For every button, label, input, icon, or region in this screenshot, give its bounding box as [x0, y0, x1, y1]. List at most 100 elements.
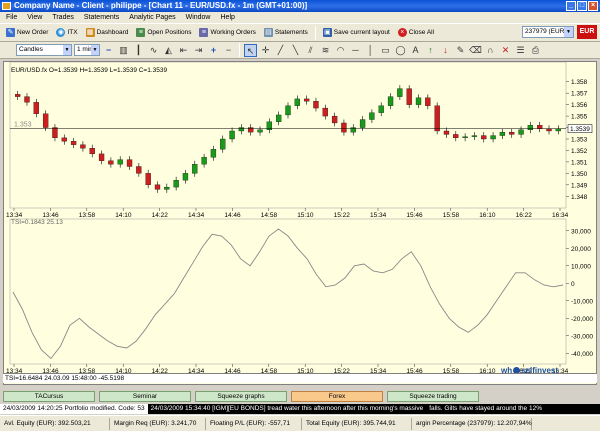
candle-body [15, 94, 21, 97]
zoom-out-icon[interactable]: − [102, 44, 115, 57]
new-order-button[interactable]: ✎ New Order [3, 25, 51, 40]
main-toolbar: ✎ New Order ◉ ITX ▦ Dashboard ≡ Open Positio… [0, 23, 600, 42]
arc-icon[interactable]: ◠ [334, 44, 347, 57]
account-status-bar: Avl. Equity (EUR): 392.503,21 Margin Req… [0, 415, 600, 431]
trendline-icon[interactable]: ╱ [274, 44, 287, 57]
ticker-item[interactable]: 24/03/2009 14:20:25 Portfolio modified. … [0, 404, 148, 414]
candle-body [313, 101, 319, 109]
y-tick-label: -10,000 [571, 298, 593, 305]
candle-body [285, 105, 291, 116]
y-tick-label: 1.355 [571, 114, 588, 121]
y-tick-label: 1.351 [571, 159, 588, 166]
scroll-left-icon[interactable]: ⇤ [177, 44, 190, 57]
close-window-button[interactable]: × [588, 1, 598, 11]
candle-body [108, 160, 114, 165]
statements-button[interactable]: ▤ Statements [261, 25, 311, 40]
print-icon[interactable]: ⎙ [529, 44, 542, 57]
candle-body [546, 128, 552, 132]
x-tick-label: 16:22 [516, 212, 533, 219]
candle-body [126, 159, 133, 167]
chart-canvas[interactable]: 1.3481.3491.3501.3511.3521.3531.3541.355… [4, 62, 596, 384]
save-layout-button[interactable]: ▣ Save current layout [320, 25, 393, 40]
candle-icon[interactable]: ┃ [132, 44, 145, 57]
bar-chart-icon[interactable]: ▥ [117, 44, 130, 57]
menu-statements[interactable]: Statements [84, 12, 119, 23]
floating-pl: Floating P/L (EUR): -557,71 [206, 417, 302, 430]
fibonacci-icon[interactable]: ≋ [319, 44, 332, 57]
interval-select[interactable]: 1 min ▼ [74, 44, 100, 56]
delete-icon[interactable]: ✕ [499, 44, 512, 57]
candle-body [509, 131, 515, 135]
globe-icon: ◉ [56, 28, 66, 37]
zoom-in-icon[interactable]: + [207, 44, 220, 57]
ray-icon[interactable]: ╲ [289, 44, 302, 57]
tsi-plot-frame [9, 218, 567, 365]
y-tick-label: -20,000 [571, 316, 593, 323]
channel-icon[interactable]: ⫽ [304, 44, 317, 57]
cursor-icon[interactable]: ↖ [244, 43, 257, 57]
area-chart-icon[interactable]: ◭ [162, 44, 175, 57]
candle-body [145, 173, 151, 185]
menu-help[interactable]: Help [221, 12, 235, 23]
orders-icon: ≡ [199, 28, 209, 37]
chart-type-select[interactable]: Candles ▼ [16, 44, 72, 56]
pencil-icon[interactable]: ✎ [454, 44, 467, 57]
candle-body [229, 130, 235, 140]
itx-button[interactable]: ◉ ITX [53, 25, 80, 40]
candle-body [80, 144, 86, 149]
arrow-up-icon[interactable]: ↑ [424, 44, 437, 57]
x-tick-label: 14:34 [188, 212, 205, 219]
scroll-right-icon[interactable]: ⇥ [192, 44, 205, 57]
maximize-button[interactable]: □ [577, 1, 587, 11]
candle-body [499, 131, 506, 136]
price-plot-frame [9, 62, 567, 209]
menu-file[interactable]: File [6, 12, 17, 23]
ticker-item[interactable]: falls. Gilts have stayed around the 12% [426, 404, 545, 414]
chevron-down-icon: ▼ [91, 45, 99, 55]
candle-body [136, 166, 142, 174]
tab-squeeze-trading[interactable]: Squeeze trading [387, 391, 479, 402]
candle-body [481, 135, 487, 140]
minimize-button[interactable]: _ [566, 1, 576, 11]
ellipse-icon[interactable]: ◯ [394, 44, 407, 57]
vline-icon[interactable]: │ [364, 44, 377, 57]
menu-trades[interactable]: Trades [52, 12, 74, 23]
crosshair-icon[interactable]: ✛ [259, 44, 272, 57]
candle-body [518, 129, 524, 135]
close-all-button[interactable]: × Close All [395, 25, 437, 40]
chart-window[interactable]: 1.3481.3491.3501.3511.3521.3531.3541.355… [3, 61, 597, 385]
text-icon[interactable]: A [409, 44, 422, 57]
chart-toolbar: Candles ▼ 1 min ▼ − ▥ ┃ ∿ ◭ ⇤ ⇥ + − ↖ ✛ ╱ … [0, 42, 600, 59]
eraser-icon[interactable]: ⌫ [469, 44, 482, 57]
tab-squeeze-graphs[interactable]: Squeeze graphs [195, 391, 287, 402]
price-line-label: 1.353 [14, 122, 32, 129]
rectangle-icon[interactable]: ▭ [379, 44, 392, 57]
open-positions-button[interactable]: ≡ Open Positions [133, 25, 194, 40]
tab-seminar[interactable]: Seminar [99, 391, 191, 402]
tab-tacursus[interactable]: TACursus [3, 391, 95, 402]
candle-body [434, 105, 440, 132]
properties-icon[interactable]: ☰ [514, 44, 527, 57]
candle-body [331, 115, 338, 124]
candle-body [70, 141, 77, 145]
menu-view[interactable]: View [27, 12, 42, 23]
account-select[interactable]: 237979 (EUR) ▼ [522, 26, 574, 38]
arrow-down-icon[interactable]: ↓ [439, 44, 452, 57]
line-chart-icon[interactable]: ∿ [147, 44, 160, 57]
y-tick-label: 1.357 [571, 91, 588, 98]
candle-body [24, 96, 30, 103]
hline-icon[interactable]: ─ [349, 44, 362, 57]
tab-forex[interactable]: Forex [291, 391, 383, 402]
dashboard-button[interactable]: ▦ Dashboard [83, 25, 132, 40]
magnet-icon[interactable]: ∩ [484, 44, 497, 57]
y-tick-label: 1.350 [571, 171, 588, 178]
menu-window[interactable]: Window [186, 12, 211, 23]
menu-analytic-pages[interactable]: Analytic Pages [129, 12, 175, 23]
news-ticker[interactable]: 24/03/2009 14:20:25 Portfolio modified. … [0, 404, 600, 414]
x-tick-label: 15:58 [443, 212, 460, 219]
y-tick-label: 1.358 [571, 79, 588, 86]
candle-body [89, 148, 95, 155]
dash-icon[interactable]: − [222, 44, 235, 57]
working-orders-button[interactable]: ≡ Working Orders [196, 25, 258, 40]
ticker-item[interactable]: 24/03/2009 15:34:40 [IGM][EU BONDS] trea… [148, 404, 427, 414]
